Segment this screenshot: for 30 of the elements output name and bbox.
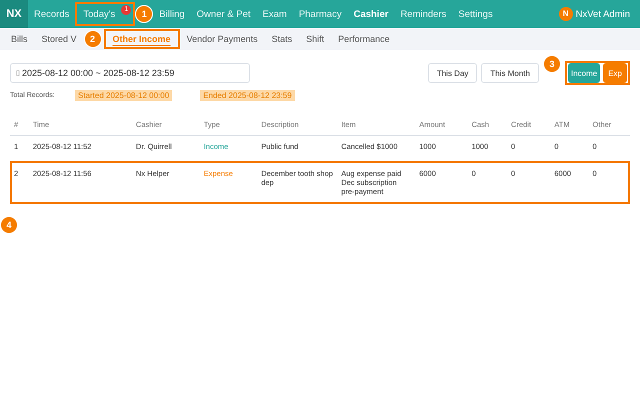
tab[interactable]: Bills bbox=[4, 31, 35, 47]
tab[interactable]: Vendor Payments bbox=[180, 31, 265, 47]
annotation-number: 1 bbox=[135, 5, 154, 23]
logo[interactable]: NX bbox=[0, 0, 28, 28]
nav-item[interactable]: Records bbox=[28, 2, 76, 26]
filter-button[interactable]: Exp bbox=[603, 63, 627, 83]
nav-item[interactable]: Exam bbox=[256, 2, 293, 26]
nav-item[interactable]: Owner & Pet bbox=[190, 2, 257, 26]
annotation-number: 4 bbox=[0, 216, 18, 234]
date-range-value: 2025-08-12 00:00 ~ 2025-08-12 23:59 bbox=[22, 68, 174, 78]
date-tag: Started 2025-08-12 00:00 bbox=[75, 90, 172, 101]
avatar: N bbox=[558, 7, 573, 21]
tab[interactable]: Performance bbox=[331, 31, 397, 47]
annotation-number: 2 bbox=[84, 30, 102, 48]
nav-item[interactable]: Billing bbox=[153, 2, 191, 26]
tab[interactable]: Stored V bbox=[34, 31, 84, 47]
filter-button[interactable]: Income bbox=[568, 63, 600, 83]
tab[interactable]: Shift bbox=[299, 31, 332, 47]
nav-item[interactable]: Today's bbox=[77, 2, 122, 26]
filter-button[interactable]: This Day bbox=[428, 63, 478, 83]
date-tag: Ended 2025-08-12 23:59 bbox=[200, 90, 295, 101]
nav-item[interactable]: Settings bbox=[452, 2, 499, 26]
tab[interactable]: Other Income bbox=[106, 31, 178, 47]
user-name[interactable]: NxVet Admin bbox=[576, 8, 630, 20]
nav-item[interactable]: Reminders bbox=[394, 2, 452, 26]
annotation-number: 3 bbox=[542, 55, 561, 73]
filter-button[interactable]: This Month bbox=[481, 63, 539, 83]
nav-item[interactable]: Pharmacy bbox=[292, 2, 348, 26]
tab[interactable]: Stats bbox=[264, 31, 300, 47]
nav-item[interactable]: Cashier bbox=[348, 2, 394, 26]
